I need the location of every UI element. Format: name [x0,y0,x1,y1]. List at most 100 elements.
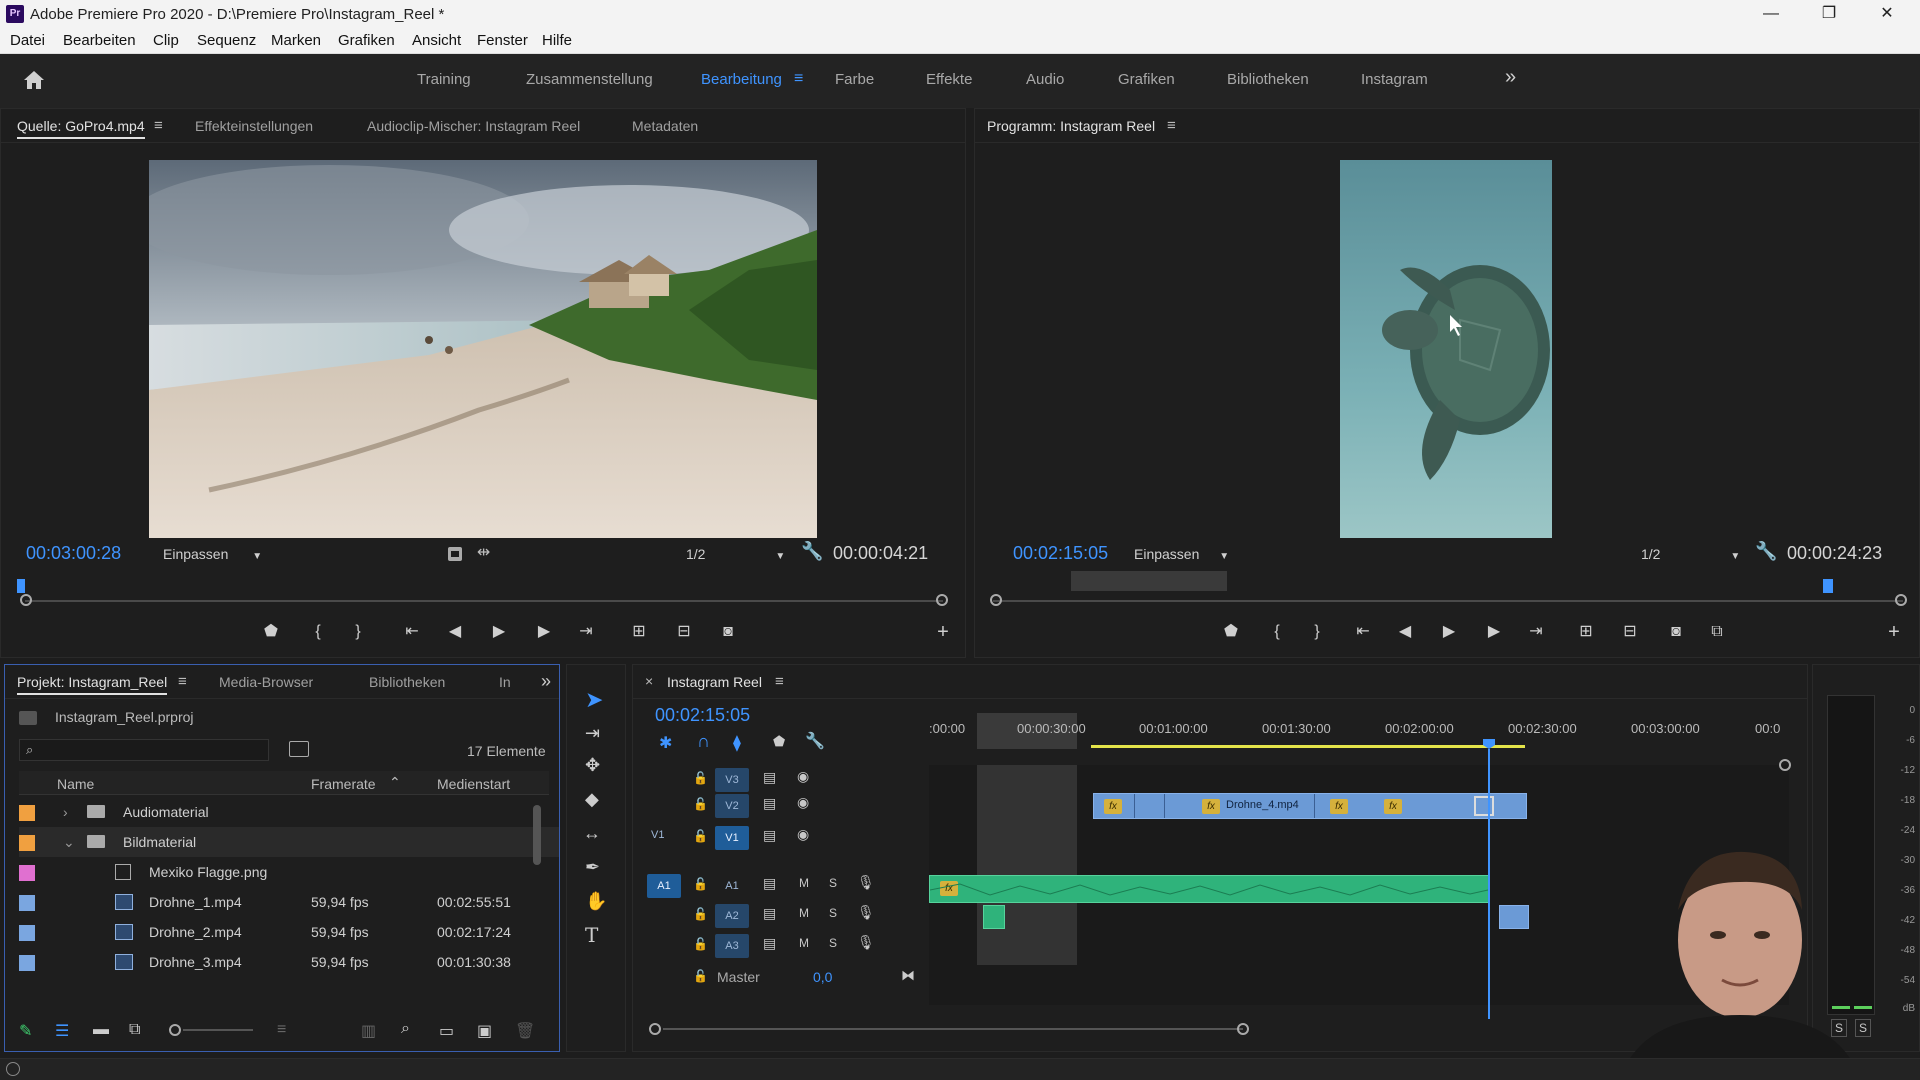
go-to-in-icon[interactable]: ⇤ [1350,619,1376,645]
label-color-swatch[interactable] [19,925,35,941]
lock-icon[interactable]: 🔓 [693,771,708,785]
slip-tool-icon[interactable]: ↔ [583,823,601,844]
mute-button[interactable]: M [799,936,809,950]
selection-tool-icon[interactable]: ➤ [585,687,603,713]
button-editor-plus-icon[interactable]: + [1881,619,1907,645]
solo-button[interactable]: S [829,936,837,950]
timeline-settings-icon[interactable]: 🔧 [805,731,825,751]
eye-icon[interactable]: ◉ [797,794,809,811]
list-item[interactable]: ⌄ Bildmaterial [19,827,559,857]
program-video-frame[interactable] [1340,160,1552,538]
step-back-icon[interactable]: ◀ [442,619,468,645]
add-marker-icon[interactable]: ⬟ [258,619,284,645]
program-scrub-bar[interactable] [993,600,1903,602]
lock-icon[interactable]: 🔓 [693,937,708,951]
ripple-edit-tool-icon[interactable]: ✥ [585,755,600,776]
track-target-v3[interactable]: V3 [715,768,749,792]
close-tab-icon[interactable]: × [645,673,653,689]
eye-icon[interactable]: ◉ [797,826,809,843]
find-bin-icon[interactable] [289,741,309,757]
solo-button[interactable]: S [829,876,837,890]
workspace-overflow-button[interactable]: » [1505,66,1516,89]
audio-clip-a2-end[interactable] [1499,905,1529,929]
razor-tool-icon[interactable]: ◆ [585,789,599,810]
program-in-out-range[interactable] [1071,571,1227,591]
timeline-hscroll-left[interactable] [649,1023,661,1035]
track-target-a2[interactable]: A2 [715,904,749,928]
overwrite-icon[interactable]: ⊟ [671,619,697,645]
wrench-icon[interactable]: 🔧 [801,541,823,562]
track-select-tool-icon[interactable]: ⇥ [585,723,600,744]
tab-info[interactable]: In [499,674,511,690]
timeline-timecode[interactable]: 00:02:15:05 [655,705,750,726]
audio-clip-a1[interactable]: fx [929,875,1489,903]
zoom-slider-track[interactable] [183,1029,253,1031]
tab-media-browser[interactable]: Media-Browser [219,674,313,690]
background-tasks-icon[interactable] [6,1062,20,1076]
sync-lock-icon[interactable]: ▤ [763,795,776,812]
snap-icon[interactable]: ∩ [697,731,710,752]
column-framerate[interactable]: Framerate [311,776,376,792]
lift-icon[interactable]: ⊞ [1573,619,1599,645]
sync-lock-icon[interactable]: ▤ [763,905,776,922]
step-forward-icon[interactable]: ▶ [1481,619,1507,645]
step-back-icon[interactable]: ◀ [1392,619,1418,645]
lock-icon[interactable]: 🔓 [693,877,708,891]
lock-icon[interactable]: 🔓 [693,907,708,921]
menu-sequenz[interactable]: Sequenz [197,32,256,49]
new-item-icon[interactable]: ▣ [477,1021,492,1041]
close-window-button[interactable]: ✕ [1858,0,1916,28]
tab-project[interactable]: Projekt: Instagram_Reel [17,674,168,695]
menu-bearbeiten[interactable]: Bearbeiten [63,32,136,49]
source-zoom-handle-left[interactable] [20,594,32,606]
tab-metadata[interactable]: Metadaten [632,118,698,134]
tab-effect-controls[interactable]: Effekteinstellungen [195,118,313,134]
list-item[interactable]: Mexiko Flagge.png [19,857,559,887]
time-ruler[interactable]: :00:00 00:00:30:00 00:01:00:00 00:01:30:… [929,713,1789,749]
sync-lock-icon[interactable]: ▤ [763,827,776,844]
microphone-icon[interactable]: 🎙 [857,904,875,921]
master-volume[interactable]: 0,0 [813,969,832,985]
column-name[interactable]: Name [57,776,94,792]
insert-icon[interactable]: ⊞ [626,619,652,645]
wrench-icon[interactable]: 🔧 [1755,541,1777,562]
export-frame-icon[interactable]: ◙ [715,619,741,645]
project-search-input[interactable]: ⌕ [19,739,269,761]
go-to-out-icon[interactable]: ⇥ [573,619,599,645]
workspace-menu-icon[interactable]: ≡ [794,70,803,88]
step-forward-icon[interactable]: ▶ [531,619,557,645]
program-timecode[interactable]: 00:02:15:05 [1013,543,1108,564]
lock-icon[interactable]: 🔓 [693,829,708,843]
source-fit-dropdown[interactable]: Einpassen ▼ [155,543,270,565]
workspace-effekte[interactable]: Effekte [926,71,972,88]
linked-selection-icon[interactable]: ⧫ [733,733,741,753]
audio-clip-a2-start[interactable] [983,905,1005,929]
mark-in-icon[interactable]: { [305,619,331,645]
sort-icons-icon[interactable]: ≡ [277,1021,286,1039]
sync-lock-icon[interactable]: ▤ [763,769,776,786]
solo-button[interactable]: S [829,906,837,920]
track-target-a3[interactable]: A3 [715,934,749,958]
play-icon[interactable]: ▶ [1436,619,1462,645]
microphone-icon[interactable]: 🎙 [857,934,875,951]
workspace-bibliotheken[interactable]: Bibliotheken [1227,71,1309,88]
pen-tool-icon[interactable]: ✒ [585,857,600,878]
go-to-in-icon[interactable]: ⇤ [399,619,425,645]
program-resolution-dropdown[interactable]: 1/2 ▼ [1633,543,1748,565]
track-target-v2[interactable]: V2 [715,794,749,818]
list-item[interactable]: Drohne_2.mp4 59,94 fps 00:02:17:24 [19,917,559,947]
list-item[interactable]: Drohne_3.mp4 59,94 fps 00:01:30:38 [19,947,559,977]
label-color-swatch[interactable] [19,865,35,881]
mark-out-icon[interactable]: } [345,619,371,645]
add-marker-icon[interactable]: ⬟ [773,733,785,750]
sort-ascending-icon[interactable]: ⌃ [389,774,401,791]
go-to-end-icon[interactable]: ⧓ [901,967,915,984]
program-zoom-handle-left[interactable] [990,594,1002,606]
drag-video-only-icon[interactable] [447,546,463,562]
trash-icon[interactable]: 🗑 [515,1021,535,1041]
label-color-swatch[interactable] [19,895,35,911]
menu-grafiken[interactable]: Grafiken [338,32,395,49]
source-zoom-handle-right[interactable] [936,594,948,606]
source-timecode[interactable]: 00:03:00:28 [26,543,121,564]
source-scrub-bar[interactable] [25,600,943,602]
